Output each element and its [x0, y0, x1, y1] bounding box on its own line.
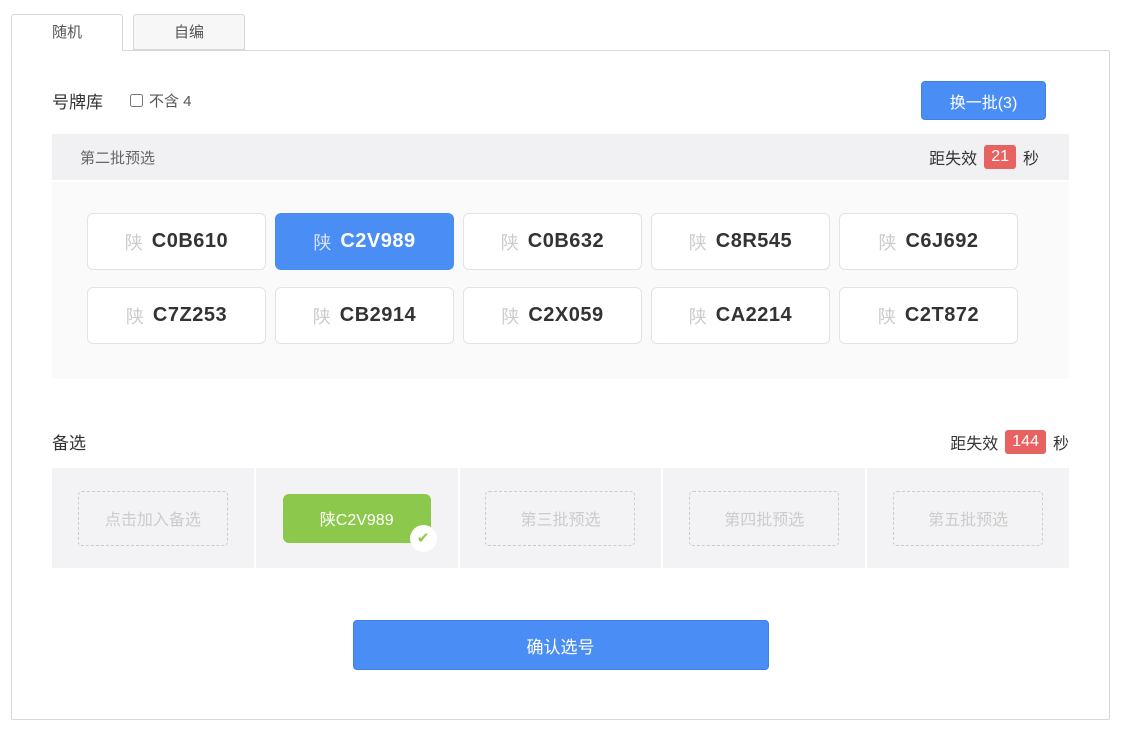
plate-province: 陕: [501, 303, 519, 329]
alternative-placeholder-label: 第四批预选: [724, 506, 804, 530]
alternative-slot: 第五批预选: [865, 468, 1069, 568]
alternative-placeholder[interactable]: 点击加入备选: [78, 491, 228, 546]
exclude4-checkbox[interactable]: [130, 94, 143, 107]
alternatives-header: 备选 距失效 144 秒: [52, 429, 1069, 454]
plate-card[interactable]: 陕 C7Z253: [87, 287, 266, 344]
confirm-area: 确认选号: [52, 620, 1069, 670]
expiry-suffix: 秒: [1023, 145, 1039, 169]
alternative-selected-plate[interactable]: 陕C2V989✔: [283, 494, 431, 543]
plate-number: C2X059: [528, 304, 603, 327]
alternatives-title: 备选: [52, 429, 86, 454]
plate-number: C0B610: [152, 230, 228, 253]
plate-province: 陕: [126, 303, 144, 329]
plate-province: 陕: [689, 303, 707, 329]
library-toolbar: 号牌库 不含 4 换一批(3): [52, 81, 1069, 120]
batch-section: 第二批预选 距失效 21 秒 陕 C0B610 陕 C2V989 陕 C0B632 陕 C8R…: [52, 134, 1069, 379]
plate-province: 陕: [125, 229, 143, 255]
alternative-placeholder-label: 点击加入备选: [105, 506, 201, 530]
plate-card[interactable]: 陕 C0B610: [87, 213, 266, 270]
tab-random[interactable]: 随机: [11, 14, 123, 51]
expiry-suffix: 秒: [1053, 430, 1069, 454]
exclude4-label: 不含 4: [149, 90, 192, 111]
plate-province: 陕: [313, 303, 331, 329]
plate-province: 陕: [313, 229, 331, 255]
plate-number: C6J692: [905, 230, 978, 253]
plate-card[interactable]: 陕 C2V989: [275, 213, 454, 270]
alternative-placeholder[interactable]: 第五批预选: [893, 491, 1043, 546]
tab-bar: 随机 自编: [11, 14, 245, 51]
tab-custom[interactable]: 自编: [133, 14, 245, 50]
plate-number: C2V989: [340, 230, 415, 253]
plate-card[interactable]: 陕 C2T872: [839, 287, 1018, 344]
refresh-batch-button[interactable]: 换一批(3): [921, 81, 1046, 120]
plate-grid: 陕 C0B610 陕 C2V989 陕 C0B632 陕 C8R545 陕 C6J692 陕 C7Z2…: [52, 182, 1069, 379]
plate-number: C7Z253: [153, 304, 227, 327]
expiry-prefix: 距失效: [929, 145, 977, 169]
library-title: 号牌库: [52, 88, 103, 113]
batch-title: 第二批预选: [80, 147, 155, 168]
plate-number: C2T872: [905, 304, 979, 327]
alternative-slot: 第四批预选: [661, 468, 865, 568]
plate-province: 陕: [878, 303, 896, 329]
check-icon: ✔: [410, 525, 437, 552]
exclude4-option[interactable]: 不含 4: [130, 90, 192, 111]
plate-number: CB2914: [340, 304, 416, 327]
alternative-slot: 点击加入备选: [52, 468, 254, 568]
plate-number: C8R545: [716, 230, 792, 253]
plate-province: 陕: [878, 229, 896, 255]
plate-card[interactable]: 陕 C8R545: [651, 213, 830, 270]
plate-card[interactable]: 陕 C2X059: [463, 287, 642, 344]
expiry-countdown-badge: 21: [984, 145, 1016, 169]
plate-card[interactable]: 陕 C6J692: [839, 213, 1018, 270]
confirm-selection-button[interactable]: 确认选号: [353, 620, 769, 670]
alternative-placeholder[interactable]: 第三批预选: [485, 491, 635, 546]
expiry-prefix: 距失效: [950, 430, 998, 454]
expiry-countdown-badge: 144: [1005, 430, 1046, 454]
plate-number: CA2214: [716, 304, 792, 327]
plate-card[interactable]: 陕 CB2914: [275, 287, 454, 344]
alternatives-expiry: 距失效 144 秒: [950, 430, 1069, 454]
plate-number: C0B632: [528, 230, 604, 253]
alternative-placeholder-label: 第五批预选: [928, 506, 1008, 530]
batch-section-header: 第二批预选 距失效 21 秒: [52, 134, 1069, 182]
plate-selection-panel: 号牌库 不含 4 换一批(3) 第二批预选 距失效 21 秒 陕C0B610陕C…: [11, 50, 1110, 720]
alternative-placeholder-label: 第三批预选: [520, 506, 600, 530]
plate-card[interactable]: 陕 C0B632: [463, 213, 642, 270]
plate-card[interactable]: 陕 CA2214: [651, 287, 830, 344]
alternative-slot: 第三批预选: [458, 468, 662, 568]
alternative-placeholder[interactable]: 第四批预选: [689, 491, 839, 546]
plate-province: 陕: [501, 229, 519, 255]
batch-expiry: 距失效 21 秒: [929, 145, 1039, 169]
alternatives-row: 点击加入备选 陕C2V989 ✔ 第三批预选 第四批预选 第五批预选: [52, 468, 1069, 568]
alternative-slot: 陕C2V989 ✔: [254, 468, 458, 568]
plate-province: 陕: [689, 229, 707, 255]
alternative-plate-label: 陕C2V989: [320, 506, 394, 530]
